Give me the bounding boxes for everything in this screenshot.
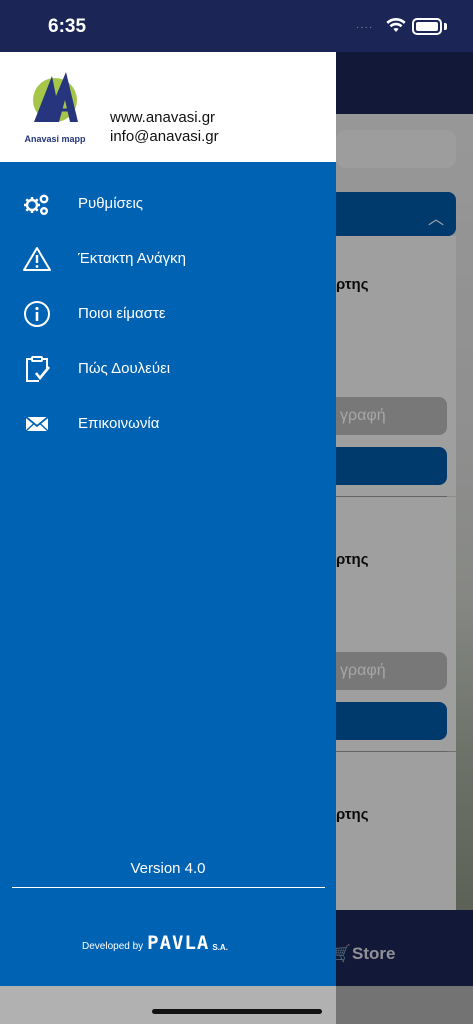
dim-overlay[interactable] [336, 52, 473, 1024]
menu-label: Πώς Δουλεύει [78, 360, 171, 377]
clipboard-check-icon [22, 354, 52, 384]
website-link[interactable]: www.anavasi.gr [110, 108, 219, 127]
battery-icon [412, 18, 442, 35]
pavla-logo: PAVLA [147, 932, 210, 954]
home-indicator [152, 1009, 322, 1014]
menu-item-contact[interactable]: Επικοινωνία [0, 396, 336, 451]
contact-info: www.anavasi.gr info@anavasi.gr [110, 108, 219, 146]
battery-cap [444, 23, 447, 30]
developed-by-text: Developed by [82, 941, 144, 952]
status-bar: 6:35 ···· [0, 0, 473, 52]
menu-label: Ρυθμίσεις [78, 195, 144, 212]
logo-mark-icon [33, 72, 78, 122]
drawer-menu: Ρυθμίσεις Έκτακτη Ανάγκη Ποιοι είμαστε Π… [0, 176, 336, 451]
warning-icon [22, 244, 52, 274]
envelope-icon [22, 409, 52, 439]
wifi-icon [386, 18, 406, 32]
pavla-suffix: S.A. [212, 943, 228, 952]
app-version: Version 4.0 [130, 860, 206, 877]
menu-label: Έκτακτη Ανάγκη [78, 250, 187, 267]
footer-divider [12, 887, 325, 888]
logo-text: Anavasi mapp [24, 134, 86, 144]
menu-label: Επικοινωνία [78, 415, 160, 432]
anavasi-logo: Anavasi mapp [22, 70, 88, 150]
menu-item-how-it-works[interactable]: Πώς Δουλεύει [0, 341, 336, 396]
menu-item-settings[interactable]: Ρυθμίσεις [0, 176, 336, 231]
menu-item-emergency[interactable]: Έκτακτη Ανάγκη [0, 231, 336, 286]
status-time: 6:35 [48, 16, 87, 37]
developer-credit: Developed by PAVLA S.A. [82, 932, 228, 954]
info-icon [22, 299, 52, 329]
menu-label: Ποιοι είμαστε [78, 305, 166, 322]
drawer-header: Anavasi mapp www.anavasi.gr info@anavasi… [0, 52, 336, 162]
signal-icon: ···· [356, 22, 374, 33]
email-link[interactable]: info@anavasi.gr [110, 127, 219, 146]
gears-icon [22, 189, 52, 219]
navigation-drawer: Anavasi mapp www.anavasi.gr info@anavasi… [0, 52, 336, 986]
menu-item-about[interactable]: Ποιοι είμαστε [0, 286, 336, 341]
